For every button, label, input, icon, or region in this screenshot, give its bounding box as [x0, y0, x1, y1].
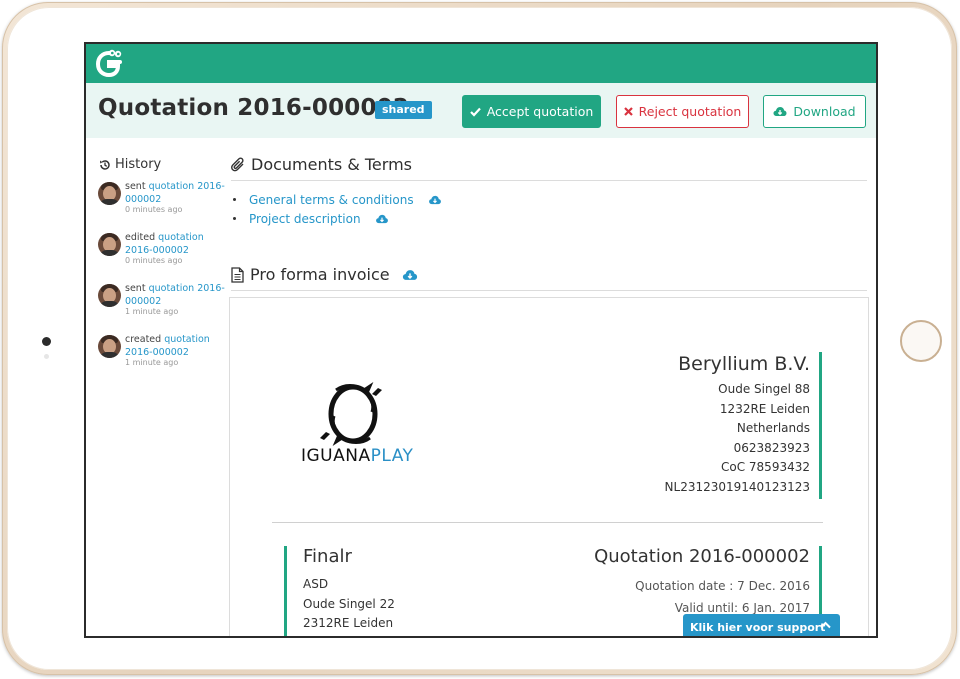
close-icon: [623, 107, 633, 116]
download-label: Download: [793, 104, 856, 119]
history-time: 1 minute ago: [125, 358, 179, 367]
quotation-header: Quotation 2016-000002 shared Accept quot…: [86, 83, 876, 138]
sensor-dot: [44, 354, 49, 359]
avatar: [98, 233, 121, 256]
quotation-details: Quotation 2016-000002 Quotation date : 7…: [594, 546, 810, 619]
page-title: Quotation 2016-000002: [98, 95, 410, 121]
company-line: Netherlands: [736, 421, 810, 435]
invoice-heading: Pro forma invoice: [231, 265, 418, 284]
company-address: Beryllium B.V. Oude Singel 88 1232RE Lei…: [665, 353, 810, 497]
invoice-title: Pro forma invoice: [250, 265, 390, 284]
invoice-preview: IGUANAPLAY Beryllium B.V. Oude Singel 88…: [229, 297, 869, 636]
history-action: edited: [125, 232, 156, 243]
support-button[interactable]: Klik hier voor support: [683, 614, 840, 636]
top-bar: [86, 44, 876, 83]
history-time: 0 minutes ago: [125, 205, 183, 214]
download-button[interactable]: Download: [763, 95, 866, 128]
accept-quotation-button[interactable]: Accept quotation: [462, 95, 601, 128]
reject-label: Reject quotation: [638, 104, 742, 119]
paperclip-icon: [231, 157, 244, 172]
avatar: [98, 284, 121, 307]
history-item: sent quotation 2016-000002 1 minute ago: [98, 283, 225, 328]
client-line: Oude Singel 22: [303, 596, 395, 611]
documents-heading: Documents & Terms: [231, 155, 412, 174]
company-line: 1232RE Leiden: [719, 401, 810, 416]
list-item: Project description: [233, 209, 442, 228]
check-icon: [469, 107, 481, 117]
company-accent-bar: [819, 352, 822, 499]
cloud-download-icon[interactable]: [402, 269, 418, 281]
company-line: NL23123019140123123: [664, 479, 810, 494]
company-line: CoC 78593432: [721, 460, 810, 474]
document-icon: [231, 266, 244, 283]
list-item: General terms & conditions: [233, 190, 442, 209]
cloud-download-icon[interactable]: [375, 214, 389, 224]
app-logo-icon[interactable]: [96, 49, 122, 77]
invoice-divider-line: [272, 522, 823, 523]
history-icon: [100, 159, 110, 170]
avatar: [98, 335, 121, 358]
cloud-download-icon: [773, 107, 787, 116]
company-line: Oude Singel 88: [718, 382, 810, 396]
client-name: Finalr: [303, 546, 352, 567]
documents-divider: [231, 180, 867, 181]
history-time: 1 minute ago: [125, 307, 179, 316]
app-screen: Quotation 2016-000002 shared Accept quot…: [84, 42, 878, 638]
history-action: sent: [125, 181, 146, 192]
cloud-download-icon[interactable]: [428, 195, 442, 205]
accept-label: Accept quotation: [486, 104, 594, 119]
company-name: Beryllium B.V.: [678, 353, 810, 375]
client-address: Finalr ASD Oude Singel 22 2312RE Leiden: [303, 546, 395, 634]
client-line: 2312RE Leiden: [303, 616, 394, 630]
client-accent-bar: [284, 546, 287, 636]
chevron-up-icon: [820, 621, 831, 629]
home-button[interactable]: [900, 320, 942, 362]
quotation-number: Quotation 2016-000002: [594, 546, 810, 567]
history-item: sent quotation 2016-000002 0 minutes ago: [98, 181, 225, 226]
history-item: created quotation 2016-000002 1 minute a…: [98, 334, 218, 379]
history-action: sent: [125, 283, 146, 294]
quotation-date: Quotation date : 7 Dec. 2016: [635, 579, 810, 593]
client-line: ASD: [303, 577, 329, 591]
reject-quotation-button[interactable]: Reject quotation: [616, 95, 749, 128]
history-item: edited quotation 2016-000002 0 minutes a…: [98, 232, 218, 277]
invoice-divider: [231, 290, 867, 291]
support-label: Klik hier voor support: [690, 620, 826, 634]
document-link[interactable]: General terms & conditions: [249, 193, 414, 207]
history-heading: History: [99, 157, 161, 172]
document-link[interactable]: Project description: [249, 212, 361, 226]
avatar: [98, 182, 121, 205]
company-line: 0623823923: [733, 440, 810, 455]
company-logo-text: IGUANAPLAY: [301, 446, 414, 466]
documents-list: General terms & conditions Project descr…: [233, 190, 442, 228]
history-time: 0 minutes ago: [125, 256, 183, 265]
documents-title: Documents & Terms: [251, 155, 412, 174]
history-title: History: [115, 157, 162, 172]
camera-icon: [42, 337, 51, 346]
history-action: created: [125, 334, 162, 345]
status-badge: shared: [375, 101, 432, 119]
